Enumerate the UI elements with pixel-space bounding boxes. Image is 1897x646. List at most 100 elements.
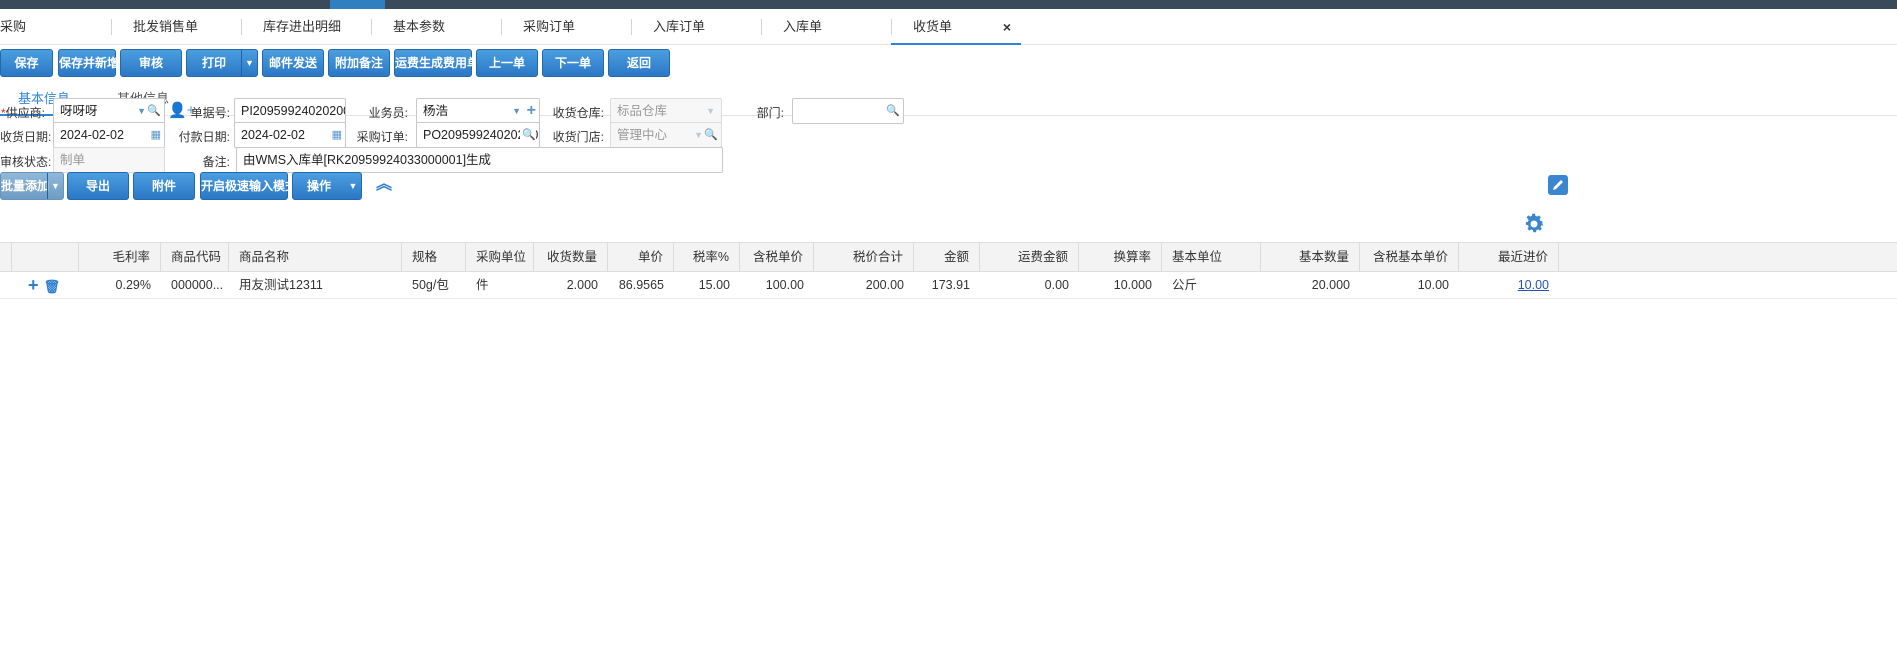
operate-button[interactable]: 操作 ▼ bbox=[292, 172, 362, 200]
calendar-icon[interactable]: ▦ bbox=[151, 123, 161, 147]
top-bar bbox=[0, 0, 1897, 9]
dept-field[interactable]: 🔍 bbox=[792, 98, 904, 124]
search-icon[interactable]: 🔍 bbox=[147, 99, 161, 123]
po-field[interactable]: PO20959924020200 🔍 bbox=[416, 122, 540, 148]
header-cell[interactable]: 换算率 bbox=[1079, 243, 1162, 271]
status-label: 审核状态: bbox=[0, 155, 52, 169]
chevron-down-icon[interactable]: ▼ bbox=[241, 50, 257, 76]
audit-button[interactable]: 审核 bbox=[120, 49, 182, 77]
supplier-value: 呀呀呀 bbox=[60, 104, 98, 118]
batch-add-label: 批量添加 bbox=[1, 179, 50, 193]
docno-label: 单据号: bbox=[190, 106, 230, 120]
header-cell[interactable]: 金额 bbox=[914, 243, 980, 271]
header-cell[interactable]: 采购单位 bbox=[466, 243, 534, 271]
email-button[interactable]: 邮件发送 bbox=[262, 49, 324, 77]
header-cell[interactable]: 单价 bbox=[608, 243, 674, 271]
tab-inventory-detail[interactable]: 库存进出明细 bbox=[241, 9, 371, 45]
tab-inbound-order[interactable]: 入库订单 bbox=[631, 9, 761, 45]
save-new-button[interactable]: 保存并新增 bbox=[58, 49, 119, 77]
salesman-value: 杨浩 bbox=[423, 104, 449, 118]
export-button[interactable]: 导出 bbox=[67, 172, 129, 200]
gear-icon[interactable] bbox=[1522, 212, 1546, 239]
warehouse-value: 标品仓库 bbox=[617, 104, 668, 118]
header-cell[interactable]: 最近进价 bbox=[1459, 243, 1559, 271]
header-cell[interactable]: 含税基本单价 bbox=[1360, 243, 1459, 271]
chevron-down-icon[interactable]: ▼ bbox=[47, 173, 63, 199]
supplier-field[interactable]: 呀呀呀 ▼ 🔍 bbox=[53, 98, 165, 124]
dept-label: 部门: bbox=[756, 106, 784, 120]
tab-wholesale[interactable]: 批发销售单 bbox=[111, 9, 241, 45]
prev-button[interactable]: 上一单 bbox=[476, 49, 538, 77]
table-row[interactable]: + 🗑 0.29% 000000... 用友测试12311 50g/包 件 2.… bbox=[0, 272, 1897, 299]
cell-base-unit: 公斤 bbox=[1172, 278, 1198, 292]
header-cell[interactable]: 商品代码 bbox=[161, 243, 229, 271]
cell-price: 86.9565 bbox=[618, 278, 664, 292]
attachment-button[interactable]: 附件 bbox=[133, 172, 195, 200]
recvdate-field[interactable]: 2024-02-02 ▦ bbox=[53, 122, 165, 148]
salesman-field[interactable]: 杨浩 ▼ + bbox=[416, 98, 540, 124]
paydate-field[interactable]: 2024-02-02 ▦ bbox=[234, 122, 346, 148]
header-cell[interactable]: 税率% bbox=[674, 243, 740, 271]
chevron-down-icon[interactable]: ▼ bbox=[345, 173, 361, 199]
trash-icon[interactable]: 🗑 bbox=[44, 279, 61, 294]
save-button[interactable]: 保存 bbox=[0, 49, 53, 77]
plus-icon[interactable]: + bbox=[527, 99, 536, 123]
header-cell[interactable]: 税价合计 bbox=[814, 243, 914, 271]
close-icon[interactable]: × bbox=[1003, 9, 1011, 45]
cell-amount: 173.91 bbox=[931, 278, 970, 292]
last-price-link[interactable]: 10.00 bbox=[1518, 278, 1549, 292]
recvdate-label: 收货日期: bbox=[0, 130, 52, 144]
grid-header: 毛利率 商品代码 商品名称 规格 采购单位 收货数量 单价 税率% 含税单价 税… bbox=[0, 242, 1897, 272]
recvdate-value: 2024-02-02 bbox=[60, 128, 124, 142]
warehouse-field: 标品仓库 ▼ bbox=[610, 98, 722, 124]
cell-base-qty: 20.000 bbox=[1311, 278, 1350, 292]
cell-code: 000000... bbox=[171, 278, 224, 292]
tab-receipt[interactable]: 收货单 × bbox=[891, 9, 1021, 45]
store-field: 管理中心 ▼ 🔍 bbox=[610, 122, 722, 148]
salesman-label: 业务员: bbox=[368, 106, 408, 120]
tab-purchase-order[interactable]: 采购订单 bbox=[501, 9, 631, 45]
header-cell[interactable]: 运费金额 bbox=[980, 243, 1079, 271]
header-cell[interactable]: 商品名称 bbox=[229, 243, 402, 271]
header-cell[interactable]: 收货数量 bbox=[534, 243, 608, 271]
next-button[interactable]: 下一单 bbox=[542, 49, 604, 77]
dropdown-icon[interactable]: ▼ bbox=[137, 99, 146, 123]
search-icon[interactable]: 🔍 bbox=[520, 123, 536, 147]
cell-tax-rate: 15.00 bbox=[698, 278, 730, 292]
remark-label: 备注: bbox=[202, 155, 230, 169]
tab-basic-params[interactable]: 基本参数 bbox=[371, 9, 501, 45]
header-cell[interactable]: 规格 bbox=[402, 243, 466, 271]
add-note-button[interactable]: 附加备注 bbox=[328, 49, 390, 77]
cell-conv-rate: 10.000 bbox=[1113, 278, 1152, 292]
calendar-icon[interactable]: ▦ bbox=[332, 123, 342, 147]
print-button[interactable]: 打印 ▼ bbox=[186, 49, 258, 77]
tab-purchase[interactable]: 采购 bbox=[0, 9, 111, 45]
header-cell bbox=[12, 243, 79, 271]
collapse-icon[interactable]: ︽ bbox=[376, 175, 392, 195]
store-label: 收货门店: bbox=[552, 130, 604, 144]
cell-freight: 0.00 bbox=[1044, 278, 1069, 292]
tab-bar: 采购 批发销售单 库存进出明细 基本参数 采购订单 入库订单 入库单 收货单 × bbox=[0, 9, 1897, 45]
remark-field[interactable]: 由WMS入库单[RK20959924033000001]生成 bbox=[236, 147, 723, 173]
header-cell[interactable]: 基本单位 bbox=[1162, 243, 1261, 271]
docno-field[interactable]: PI20959924020200001 bbox=[234, 98, 346, 124]
edit-icon[interactable] bbox=[1548, 175, 1568, 198]
search-icon[interactable]: 🔍 bbox=[886, 99, 900, 123]
header-cell[interactable]: 毛利率 bbox=[79, 243, 161, 271]
header-cell[interactable]: 基本数量 bbox=[1261, 243, 1360, 271]
plus-icon[interactable]: + bbox=[28, 275, 39, 295]
header-cell[interactable]: 含税单价 bbox=[740, 243, 814, 271]
fast-input-button[interactable]: 开启极速输入模式 bbox=[200, 172, 297, 200]
back-button[interactable]: 返回 bbox=[608, 49, 670, 77]
cell-margin: 0.29% bbox=[115, 278, 151, 292]
search-icon: 🔍 bbox=[704, 129, 718, 141]
supplier-label: *供应商: bbox=[0, 104, 45, 121]
operate-label: 操作 bbox=[306, 179, 331, 193]
freight-button[interactable]: 运费生成费用单 bbox=[394, 49, 479, 77]
tab-inbound-doc[interactable]: 入库单 bbox=[761, 9, 891, 45]
dropdown-icon[interactable]: ▼ bbox=[512, 99, 521, 123]
po-label: 采购订单: bbox=[356, 130, 408, 144]
batch-add-button[interactable]: 批量添加 ▼ bbox=[0, 172, 64, 200]
cell-last-price[interactable]: 10.00 bbox=[1459, 272, 1559, 299]
supplier-label-text: 供应商: bbox=[5, 106, 45, 120]
